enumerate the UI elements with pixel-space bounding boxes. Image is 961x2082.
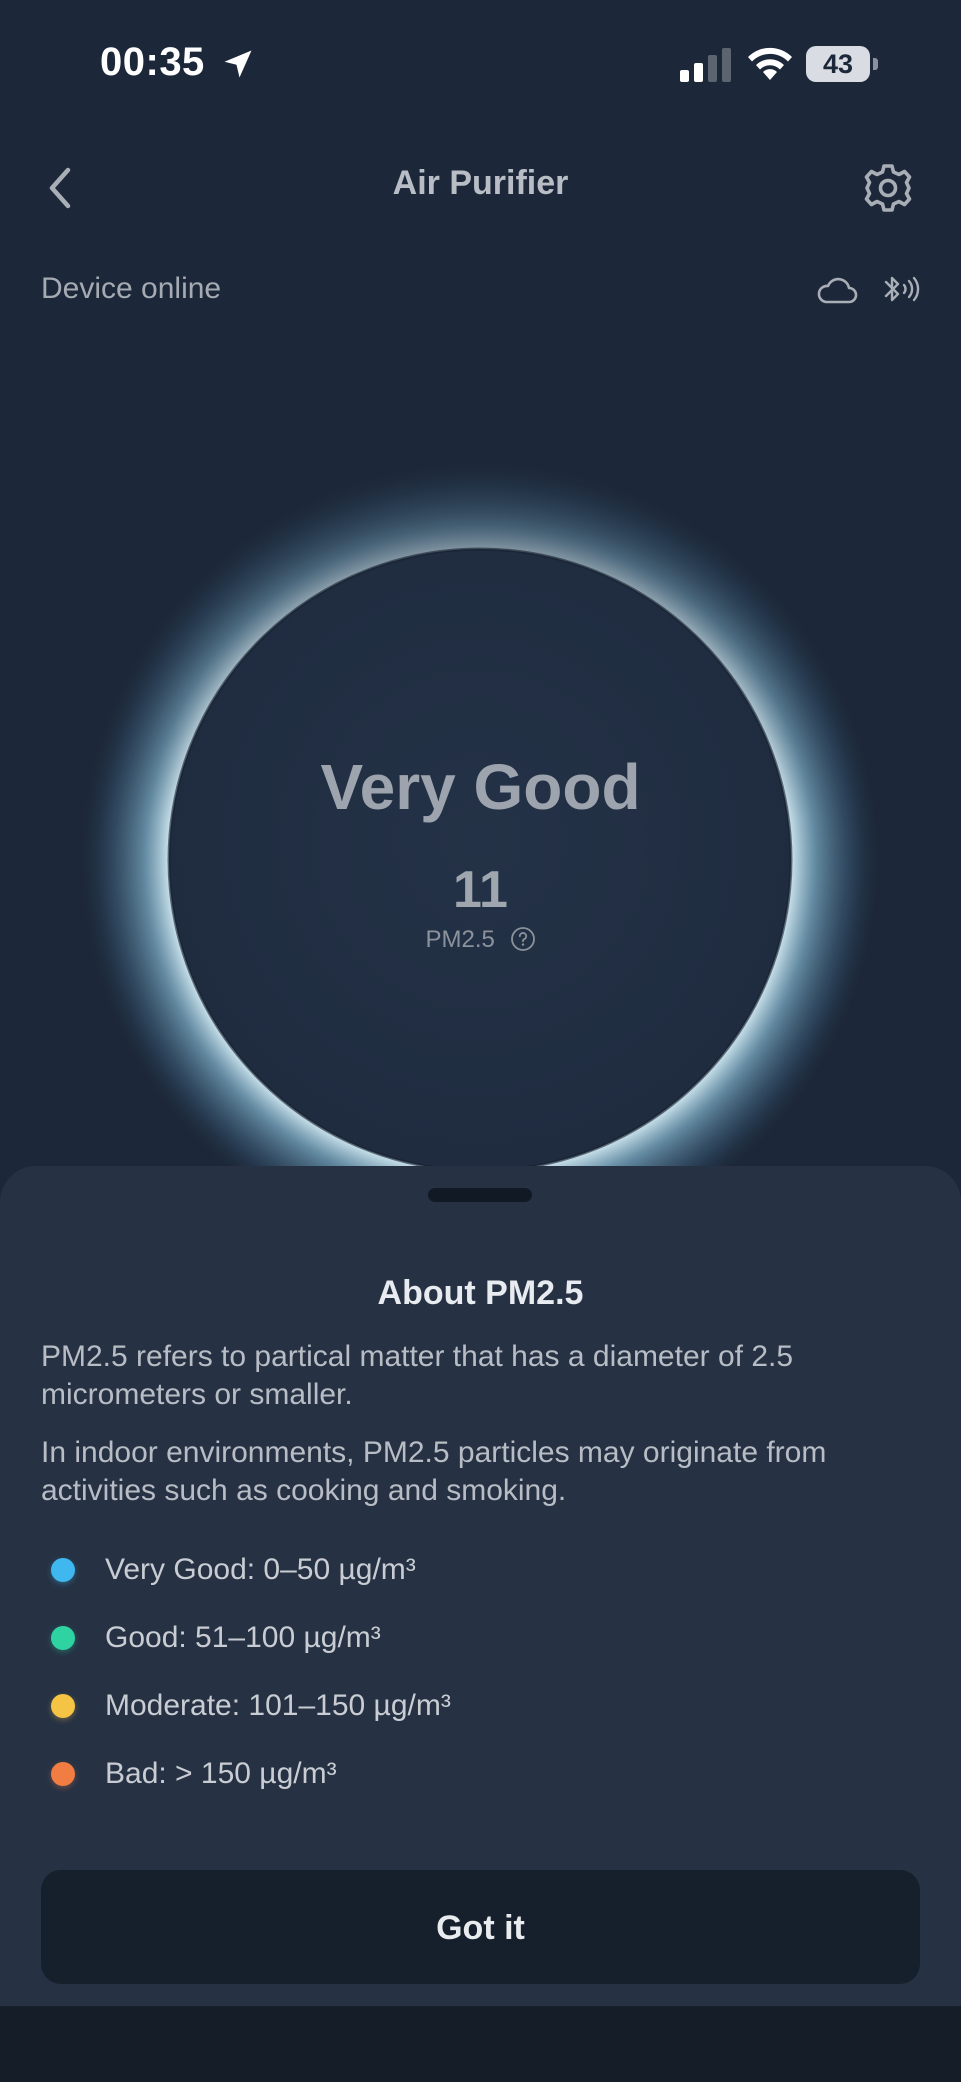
battery-tip bbox=[873, 58, 878, 70]
description-paragraph-2: In indoor environments, PM2.5 particles … bbox=[41, 1436, 827, 1507]
level-label-very-good: Very Good: 0–50 µg/m³ bbox=[105, 1553, 416, 1586]
battery-level: 43 bbox=[822, 49, 854, 79]
level-item-moderate: Moderate: 101–150 µg/m³ bbox=[48, 1682, 928, 1750]
battery-indicator: 43 bbox=[806, 46, 878, 82]
level-label-good: Good: 51–100 µg/m³ bbox=[105, 1621, 381, 1654]
question-circle-icon[interactable] bbox=[510, 926, 536, 952]
location-arrow-icon bbox=[224, 50, 252, 78]
level-dot-good bbox=[51, 1626, 75, 1650]
pm25-label: PM2.5 bbox=[425, 926, 495, 953]
page-title: Air Purifier bbox=[392, 164, 569, 202]
level-label-moderate: Moderate: 101–150 µg/m³ bbox=[105, 1689, 451, 1722]
level-dot-very-good bbox=[51, 1558, 75, 1582]
gear-icon bbox=[864, 164, 912, 212]
wifi-icon bbox=[748, 47, 792, 80]
cloud-icon bbox=[817, 277, 858, 304]
sheet-grabber[interactable] bbox=[428, 1188, 532, 1202]
home-indicator-area bbox=[0, 2006, 961, 2082]
air-quality-label: Very Good bbox=[320, 751, 641, 823]
pm25-level-list: Very Good: 0–50 µg/m³ Good: 51–100 µg/m³… bbox=[48, 1546, 928, 1818]
level-item-very-good: Very Good: 0–50 µg/m³ bbox=[48, 1546, 928, 1614]
status-bar: 00:35 43 bbox=[0, 0, 961, 130]
sheet-title: About PM2.5 bbox=[377, 1274, 584, 1312]
cellular-signal-icon bbox=[680, 48, 731, 82]
level-dot-moderate bbox=[51, 1694, 75, 1718]
status-time: 00:35 bbox=[100, 40, 205, 84]
got-it-button[interactable]: Got it bbox=[41, 1870, 920, 1984]
pm25-value: 11 bbox=[453, 861, 508, 919]
pm25-label-row[interactable]: PM2.5 bbox=[0, 926, 961, 954]
about-pm25-sheet: About PM2.5 PM2.5 refers to partical mat… bbox=[0, 1166, 961, 2006]
description-paragraph-1: PM2.5 refers to partical matter that has… bbox=[41, 1340, 794, 1411]
level-item-bad: Bad: > 150 µg/m³ bbox=[48, 1750, 928, 1818]
device-status: Device online bbox=[41, 272, 222, 305]
level-item-good: Good: 51–100 µg/m³ bbox=[48, 1614, 928, 1682]
settings-button[interactable] bbox=[862, 162, 914, 214]
screen: 00:35 43 Air Purifier Device online Very… bbox=[0, 0, 961, 2082]
level-label-bad: Bad: > 150 µg/m³ bbox=[105, 1757, 337, 1790]
level-dot-bad bbox=[51, 1762, 75, 1786]
bluetooth-icon bbox=[884, 276, 920, 302]
